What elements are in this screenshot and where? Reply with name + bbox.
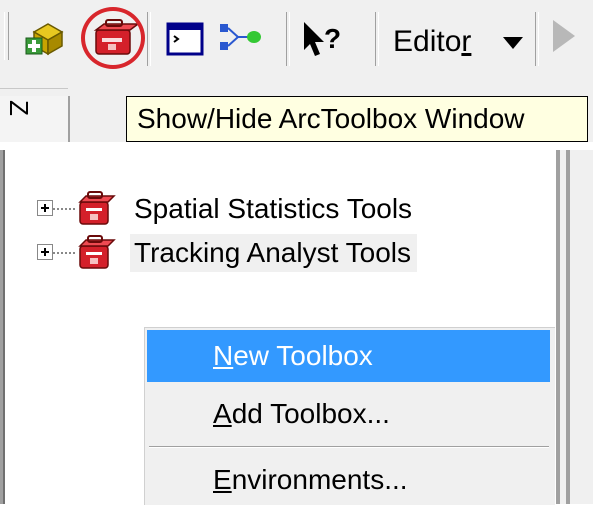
docked-window-tab[interactable]: Z [0, 96, 70, 142]
standard-toolbar: ? Editor [0, 0, 593, 80]
menu-separator [149, 446, 549, 448]
strip-divider [0, 88, 68, 89]
tree-item-label: Spatial Statistics Tools [134, 193, 413, 224]
editor-menu-button[interactable]: Editor [393, 22, 523, 62]
editor-label: Editor [393, 25, 472, 58]
start-editing-arrow-icon[interactable] [553, 20, 575, 52]
toolbar-grip[interactable] [4, 12, 9, 60]
svg-text:?: ? [324, 23, 341, 54]
tree-item-spatial-statistics[interactable]: Spatial Statistics Tools [30, 188, 530, 232]
expand-icon[interactable] [37, 244, 53, 260]
modelbuilder-icon[interactable] [214, 14, 264, 64]
tooltip-text: Show/Hide ArcToolbox Window [137, 103, 525, 134]
tree-item-tracking-analyst[interactable]: Tracking Analyst Tools [30, 232, 530, 276]
command-line-icon[interactable] [160, 14, 210, 64]
docked-window-strip: Z Show/Hide ArcToolbox Window [0, 80, 593, 142]
context-menu: New Toolbox Add Toolbox... Environments.… [144, 327, 555, 505]
adjacent-pane [570, 150, 593, 504]
tree-connector [53, 252, 75, 254]
toolbox-icon [76, 234, 116, 272]
tooltip: Show/Hide ArcToolbox Window [126, 96, 588, 142]
menu-item-new-toolbox[interactable]: New Toolbox [147, 330, 550, 382]
toolbar-separator [375, 12, 379, 66]
expand-icon[interactable] [37, 200, 53, 216]
toolbar-separator [535, 12, 539, 66]
tree-item-label: Tracking Analyst Tools [130, 234, 418, 272]
dropdown-arrow-icon [503, 37, 523, 49]
tab-label: Z [4, 100, 34, 116]
expand-icon[interactable] [37, 140, 53, 156]
toolbar-separator [286, 12, 290, 66]
menu-item-environments[interactable]: Environments... [147, 454, 550, 506]
menu-item-add-toolbox[interactable]: Add Toolbox... [147, 388, 550, 440]
add-data-icon[interactable] [20, 14, 70, 64]
highlight-circle [81, 7, 145, 69]
tree-connector [53, 208, 75, 210]
toolbox-icon [76, 190, 116, 228]
whats-this-help-icon[interactable]: ? [298, 14, 348, 64]
panel-border [3, 150, 5, 504]
toolbar-separator [147, 12, 151, 66]
